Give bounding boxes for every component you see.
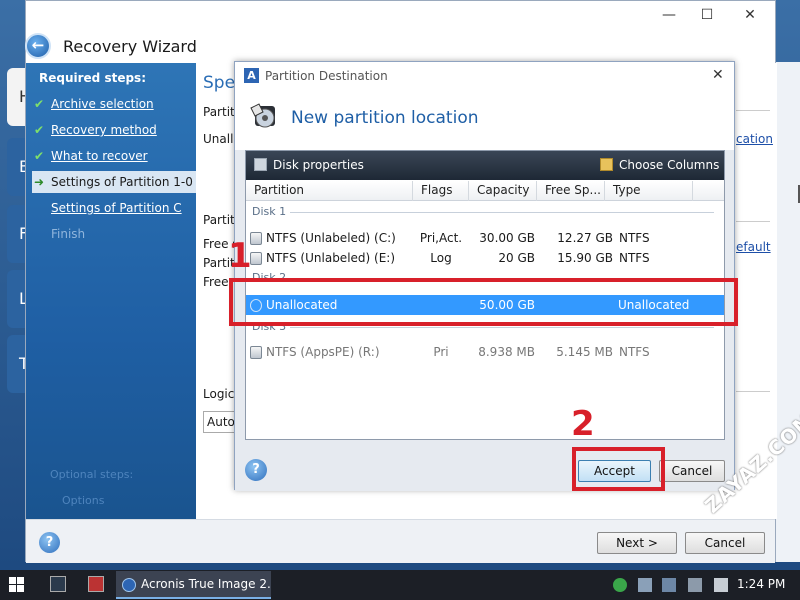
background-tile: F bbox=[7, 205, 28, 263]
dialog-close-button[interactable]: ✕ bbox=[712, 67, 724, 83]
table-row[interactable]: NTFS (Unlabeled) (E:) Log 20 GB 15.90 GB… bbox=[246, 248, 724, 268]
next-button[interactable]: Next > bbox=[597, 532, 677, 554]
help-icon[interactable]: ? bbox=[245, 459, 267, 481]
taskbar-acronis-button[interactable]: Acronis True Image 2... bbox=[116, 571, 271, 599]
step-settings-partition-c[interactable]: Settings of Partition C bbox=[32, 197, 196, 219]
step-settings-partition-1-0[interactable]: ➜ Settings of Partition 1-0 bbox=[32, 171, 196, 193]
windows-start-icon[interactable] bbox=[9, 577, 25, 593]
background-panel bbox=[776, 62, 800, 562]
divider bbox=[290, 327, 714, 328]
default-link[interactable]: efault bbox=[736, 240, 771, 254]
divider bbox=[290, 212, 714, 213]
annotation-highlight-accept bbox=[572, 447, 665, 491]
wizard-title-bar: ← Recovery Wizard — ☐ ✕ bbox=[25, 1, 775, 63]
help-icon[interactable]: ? bbox=[39, 532, 60, 553]
annotation-highlight-unallocated bbox=[229, 278, 738, 326]
hard-disk-icon bbox=[250, 252, 262, 265]
monitor-icon[interactable] bbox=[688, 578, 702, 592]
arrow-right-icon: ➜ bbox=[34, 175, 45, 189]
step-recovery-method[interactable]: ✔ Recovery method bbox=[32, 119, 196, 141]
hard-disk-icon bbox=[250, 346, 262, 359]
step-finish: Finish bbox=[51, 227, 86, 241]
disk-properties-button[interactable]: Disk properties bbox=[254, 158, 364, 172]
background-tile: L bbox=[7, 270, 28, 328]
field-label: Partiti bbox=[203, 213, 239, 227]
new-location-link[interactable]: cation bbox=[736, 132, 773, 146]
disk-partition-icon bbox=[250, 103, 275, 128]
disk-properties-icon bbox=[254, 158, 267, 171]
pinned-app-icon[interactable] bbox=[50, 576, 66, 592]
checkmark-icon: ✔ bbox=[34, 123, 45, 137]
checkmark-icon: ✔ bbox=[34, 149, 45, 163]
pinned-app-icon[interactable] bbox=[88, 576, 104, 592]
disk-group-label: Disk 1 bbox=[252, 205, 287, 218]
field-label: Partiti bbox=[203, 105, 239, 119]
taskbar: Acronis True Image 2... 1:24 PM bbox=[0, 570, 800, 600]
column-header-capacity[interactable]: Capacity bbox=[469, 181, 537, 201]
maximize-button[interactable]: ☐ bbox=[696, 7, 718, 25]
back-arrow-icon[interactable]: ← bbox=[25, 33, 51, 59]
close-button[interactable]: ✕ bbox=[739, 7, 761, 25]
table-toolbar: Disk properties Choose Columns bbox=[246, 151, 724, 180]
network-icon[interactable] bbox=[638, 578, 652, 592]
table-header: Partition Flags Capacity Free Sp... Type bbox=[246, 181, 724, 201]
table-row[interactable]: NTFS (Unlabeled) (C:) Pri,Act. 30.00 GB … bbox=[246, 228, 724, 248]
table-row[interactable]: NTFS (AppsPE) (R:) Pri 8.938 MB 5.145 MB… bbox=[246, 342, 724, 362]
divider bbox=[736, 221, 770, 222]
dialog-title-bar: A Partition Destination ✕ bbox=[235, 62, 734, 90]
column-header-flags[interactable]: Flags bbox=[413, 181, 469, 201]
dialog-cancel-button[interactable]: Cancel bbox=[659, 460, 725, 482]
wizard-title: Recovery Wizard bbox=[63, 37, 197, 56]
wizard-cancel-button[interactable]: Cancel bbox=[685, 532, 765, 554]
background-tile: T bbox=[7, 335, 29, 393]
acronis-icon: A bbox=[244, 68, 259, 83]
clock[interactable]: 1:24 PM bbox=[737, 577, 785, 591]
divider bbox=[736, 110, 770, 111]
annotation-step-number: 1 bbox=[228, 236, 252, 276]
hard-disk-icon bbox=[250, 232, 262, 245]
acronis-icon bbox=[122, 578, 136, 592]
background-tile: H bbox=[7, 68, 31, 126]
partition-destination-dialog: A Partition Destination ✕ New partition … bbox=[234, 61, 735, 491]
dialog-caption: Partition Destination bbox=[265, 69, 388, 83]
volume-icon[interactable] bbox=[714, 578, 728, 592]
divider bbox=[736, 391, 770, 392]
wizard-footer: ? Next > Cancel bbox=[26, 519, 775, 563]
required-steps-header: Required steps: bbox=[39, 71, 146, 85]
choose-columns-button[interactable]: Choose Columns bbox=[600, 158, 719, 172]
optional-steps-header: Optional steps: bbox=[50, 468, 134, 481]
step-archive-selection[interactable]: ✔ Archive selection bbox=[32, 93, 196, 115]
background-tile: B bbox=[7, 138, 30, 196]
column-header-free-space[interactable]: Free Sp... bbox=[537, 181, 605, 201]
annotation-step-number: 2 bbox=[571, 404, 595, 444]
play-icon[interactable] bbox=[613, 578, 627, 592]
logical-size-select[interactable]: Auto bbox=[203, 411, 237, 433]
column-header-partition[interactable]: Partition bbox=[246, 181, 413, 201]
wizard-steps-sidebar: Required steps: ✔ Archive selection ✔ Reco… bbox=[26, 63, 196, 519]
column-header-type[interactable]: Type bbox=[605, 181, 693, 201]
columns-icon bbox=[600, 158, 613, 171]
display-icon[interactable] bbox=[662, 578, 676, 592]
dialog-title: New partition location bbox=[291, 108, 479, 128]
field-label: Free bbox=[203, 275, 229, 289]
step-what-to-recover[interactable]: ✔ What to recover bbox=[32, 145, 196, 167]
step-options[interactable]: Options bbox=[62, 494, 104, 507]
minimize-button[interactable]: — bbox=[658, 7, 680, 25]
checkmark-icon: ✔ bbox=[34, 97, 45, 111]
